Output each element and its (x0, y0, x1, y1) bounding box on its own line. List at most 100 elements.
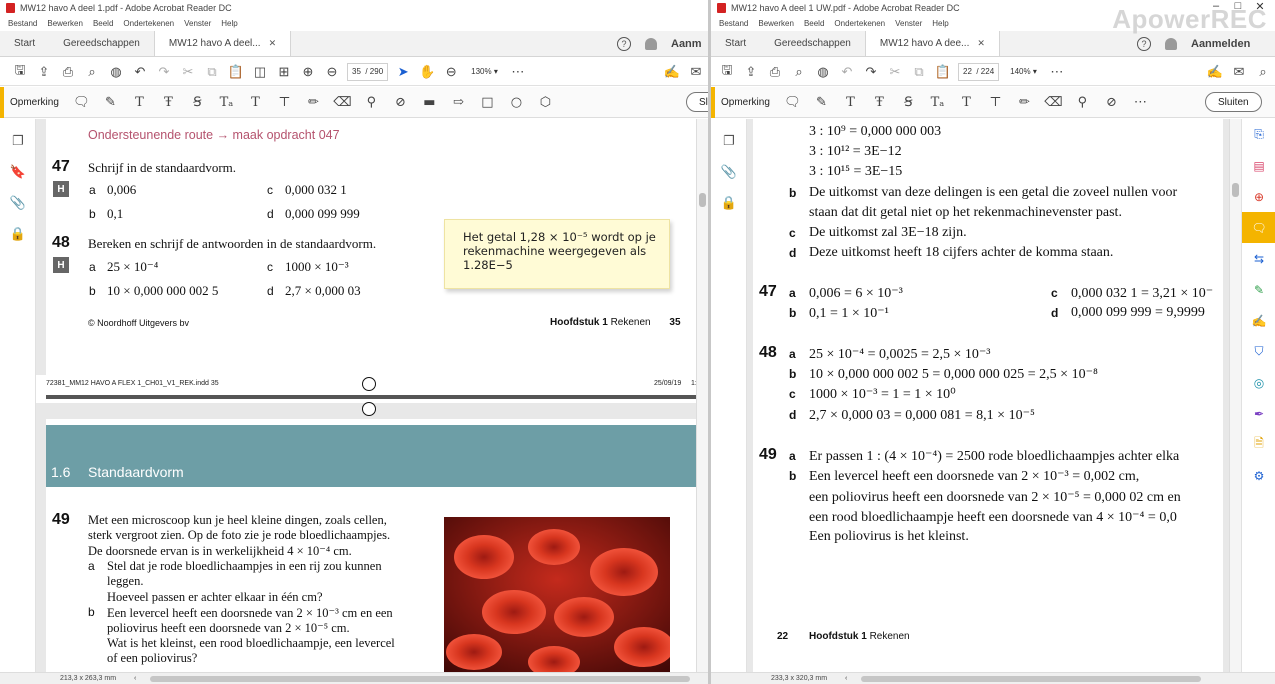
lock-icon[interactable]: 🔒 (711, 187, 747, 218)
highlight-icon[interactable]: ✎ (807, 87, 836, 118)
clipboard-icon[interactable]: 📋 (224, 58, 248, 86)
add-text-icon[interactable]: T (241, 87, 270, 118)
fill-sign-icon[interactable]: ✍ (1242, 305, 1275, 336)
more-tools-panel-icon[interactable]: ⚙ (1242, 460, 1275, 491)
zoom-out-icon[interactable]: ⊖ (439, 58, 463, 86)
pages-icon[interactable]: ❐ (0, 125, 36, 156)
pen-tool-icon[interactable]: ✒ (1242, 398, 1275, 429)
scroll-left-icon[interactable]: ‹ (134, 675, 136, 682)
upload-icon[interactable]: ⇪ (739, 58, 763, 86)
search-icon[interactable]: ⌕ (787, 58, 811, 86)
strikethrough-icon[interactable]: Ŧ (865, 87, 894, 118)
sticky-note-icon[interactable]: 🗨 (67, 87, 96, 118)
line-icon[interactable]: ▬ (415, 87, 444, 118)
vertical-scrollbar[interactable] (1229, 119, 1241, 672)
insert-text-icon[interactable]: Tₐ (212, 87, 241, 118)
close-comment-button[interactable]: Sluiten (1205, 92, 1262, 112)
menu-bewerken[interactable]: Bewerken (758, 19, 794, 28)
comment-tool-icon[interactable]: 🗨 (1242, 212, 1275, 243)
combine-files-icon[interactable]: ⇆ (1242, 243, 1275, 274)
menu-bewerken[interactable]: Bewerken (47, 19, 83, 28)
sign-icon[interactable]: ✍ (1203, 58, 1227, 86)
undo-icon[interactable]: ↶ (128, 58, 152, 86)
notification-bell-icon[interactable] (645, 38, 657, 50)
sticky-note-icon[interactable]: 🗨 (778, 87, 807, 118)
pencil-icon[interactable]: ✏ (299, 87, 328, 118)
eraser-icon[interactable]: ⌫ (328, 87, 357, 118)
close-comment-button[interactable]: Sl (686, 92, 708, 112)
tab-tools[interactable]: Gereedschappen (760, 31, 865, 56)
cut-icon[interactable]: ✂ (883, 58, 907, 86)
rectangle-icon[interactable]: □ (473, 87, 502, 118)
screenshot-icon[interactable]: ◫ (248, 58, 272, 86)
compare-icon[interactable]: ⊞ (272, 58, 296, 86)
export-pdf-icon[interactable]: ⎘ (1242, 119, 1275, 150)
sign-in-label[interactable]: Aanm (671, 38, 702, 50)
select-cursor-icon[interactable]: ➤ (391, 58, 415, 86)
pencil-icon[interactable]: ✏ (1010, 87, 1039, 118)
sticky-note[interactable]: Het getal 1,28 × 10⁻⁵ wordt op je rekenm… (444, 219, 670, 289)
edit-pdf-icon[interactable]: ✎ (1242, 274, 1275, 305)
page-up-icon[interactable]: ⊕ (296, 58, 320, 86)
create-pdf-icon[interactable]: ⊕ (1242, 181, 1275, 212)
tab-document[interactable]: MW12 havo A dee... ✕ (864, 31, 1000, 56)
save-icon[interactable]: 🖫 (8, 58, 32, 86)
tab-document[interactable]: MW12 havo A deel... ✕ (153, 31, 292, 56)
upload-icon[interactable]: ⇪ (32, 58, 56, 86)
more-icon[interactable]: ⋯ (506, 58, 530, 86)
lock-icon[interactable]: 🔒 (0, 218, 36, 249)
menu-ondertekenen[interactable]: Ondertekenen (123, 19, 174, 28)
tab-start[interactable]: Start (0, 31, 49, 56)
text-underline-icon[interactable]: T (125, 87, 154, 118)
attach-icon[interactable]: ⊘ (386, 87, 415, 118)
search-tool-icon[interactable]: ⌕ (1251, 58, 1275, 86)
stamp-icon[interactable]: ◍ (811, 58, 835, 86)
vertical-scrollbar[interactable] (696, 119, 708, 672)
horizontal-scroll-thumb[interactable] (150, 676, 690, 682)
clipboard-icon[interactable]: 📋 (931, 58, 955, 86)
save-icon[interactable]: 🖫 (715, 58, 739, 86)
tab-tools[interactable]: Gereedschappen (49, 31, 154, 56)
menu-venster[interactable]: Venster (895, 19, 922, 28)
insert-text-icon[interactable]: Tₐ (923, 87, 952, 118)
print-icon[interactable]: ⎙ (56, 58, 80, 86)
scan-icon[interactable]: ◎ (1242, 367, 1275, 398)
help-icon[interactable]: ? (1137, 37, 1151, 51)
stamp-tool-icon[interactable]: ⚲ (1068, 87, 1097, 118)
menu-bestand[interactable]: Bestand (719, 19, 748, 28)
organize-pages-icon[interactable]: ▤ (1242, 150, 1275, 181)
mail-icon[interactable]: ✉ (1227, 58, 1251, 86)
pages-icon[interactable]: ❐ (711, 125, 747, 156)
scroll-thumb[interactable] (1232, 183, 1239, 197)
oval-icon[interactable]: ○ (502, 87, 531, 118)
close-tab-icon[interactable]: ✕ (977, 38, 985, 49)
attach-icon[interactable]: ⊘ (1097, 87, 1126, 118)
page-number-field[interactable]: 22 / 224 (958, 62, 1000, 81)
text-underline-icon[interactable]: T (836, 87, 865, 118)
close-tab-icon[interactable]: ✕ (269, 38, 277, 49)
send-review-icon[interactable]: 🗎 (1242, 429, 1275, 460)
zoom-level[interactable]: 130% ▾ (467, 67, 502, 76)
menu-bestand[interactable]: Bestand (8, 19, 37, 28)
hand-tool-icon[interactable]: ✋ (415, 58, 439, 86)
zoom-level[interactable]: 140% ▾ (1006, 67, 1041, 76)
notification-bell-icon[interactable] (1165, 38, 1177, 50)
page-number-field[interactable]: 35 / 290 (347, 62, 389, 81)
sign-icon[interactable]: ✍ (660, 58, 684, 86)
mail-icon[interactable]: ✉ (684, 58, 708, 86)
menu-beeld[interactable]: Beeld (804, 19, 824, 28)
polygon-icon[interactable]: ⬡ (531, 87, 560, 118)
replace-text-icon[interactable]: Ꞩ (183, 87, 212, 118)
stamp-tool-icon[interactable]: ⚲ (357, 87, 386, 118)
sign-in-label[interactable]: Aanmelden (1191, 38, 1250, 50)
scroll-thumb[interactable] (699, 193, 706, 207)
menu-help[interactable]: Help (221, 19, 237, 28)
copy-icon[interactable]: ⧉ (200, 58, 224, 86)
horizontal-scroll-thumb[interactable] (861, 676, 1201, 682)
redo-icon[interactable]: ↷ (859, 58, 883, 86)
attachment-icon[interactable]: 📎 (711, 156, 747, 187)
tab-start[interactable]: Start (711, 31, 760, 56)
add-text-icon[interactable]: T (952, 87, 981, 118)
help-icon[interactable]: ? (617, 37, 631, 51)
redo-icon[interactable]: ↷ (152, 58, 176, 86)
